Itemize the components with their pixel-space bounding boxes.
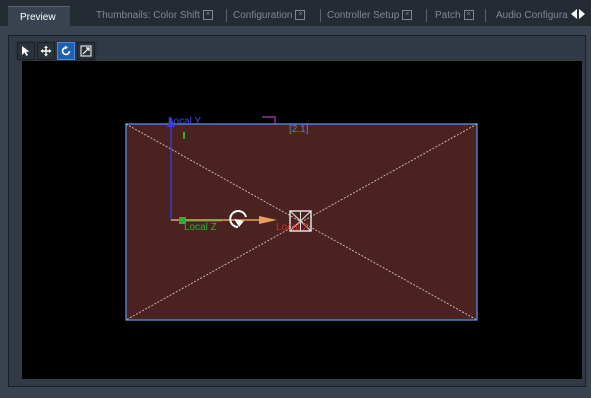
surface-id-label: [2.1] xyxy=(289,124,309,135)
local-x-label: Local X xyxy=(276,222,310,233)
tab-label: Audio Configura xyxy=(496,9,568,21)
tab-label: Thumbnails: Color Shift xyxy=(96,9,200,21)
close-icon[interactable]: × xyxy=(202,10,213,20)
tab-separator xyxy=(426,9,427,22)
close-icon[interactable]: × xyxy=(402,10,413,20)
tab-label: Configuration xyxy=(233,9,293,21)
select-arrow-icon xyxy=(22,46,30,56)
close-icon[interactable]: × xyxy=(463,10,474,20)
scale-tool-button[interactable] xyxy=(77,42,95,60)
tab-separator xyxy=(226,9,227,22)
transform-toolbar xyxy=(15,41,97,61)
tab-label: Preview xyxy=(20,11,56,23)
rotate-icon xyxy=(61,45,71,56)
close-icon[interactable]: × xyxy=(295,10,306,20)
local-z-label: Local Z xyxy=(184,222,217,233)
select-tool-button[interactable] xyxy=(17,42,35,60)
scroll-left-icon[interactable] xyxy=(571,9,577,19)
tab-patch[interactable]: Patch × xyxy=(435,7,474,23)
tab-preview[interactable]: Preview xyxy=(8,6,70,27)
tab-scroll-controls xyxy=(571,9,589,21)
preview-viewport[interactable]: Local Y [2.1] Local Z Local X xyxy=(22,61,582,379)
scale-icon xyxy=(80,45,92,57)
tab-separator xyxy=(485,9,486,22)
tab-bar: Preview Thumbnails: Color Shift × Config… xyxy=(0,0,591,27)
move-icon xyxy=(40,45,52,57)
tab-separator xyxy=(320,9,321,22)
tab-thumbnails-color-shift[interactable]: Thumbnails: Color Shift × xyxy=(96,7,213,23)
tab-controller-setup[interactable]: Controller Setup × xyxy=(327,7,413,23)
move-tool-button[interactable] xyxy=(37,42,55,60)
tab-audio-configuration[interactable]: Audio Configura xyxy=(496,7,568,23)
rotate-tool-button[interactable] xyxy=(57,42,75,60)
local-y-label: Local Y xyxy=(168,116,202,127)
tab-label: Patch xyxy=(435,9,461,21)
viewport-canvas xyxy=(125,116,478,321)
tab-label: Controller Setup xyxy=(327,9,400,21)
tab-configuration[interactable]: Configuration × xyxy=(233,7,306,23)
scroll-right-icon[interactable] xyxy=(579,9,585,19)
